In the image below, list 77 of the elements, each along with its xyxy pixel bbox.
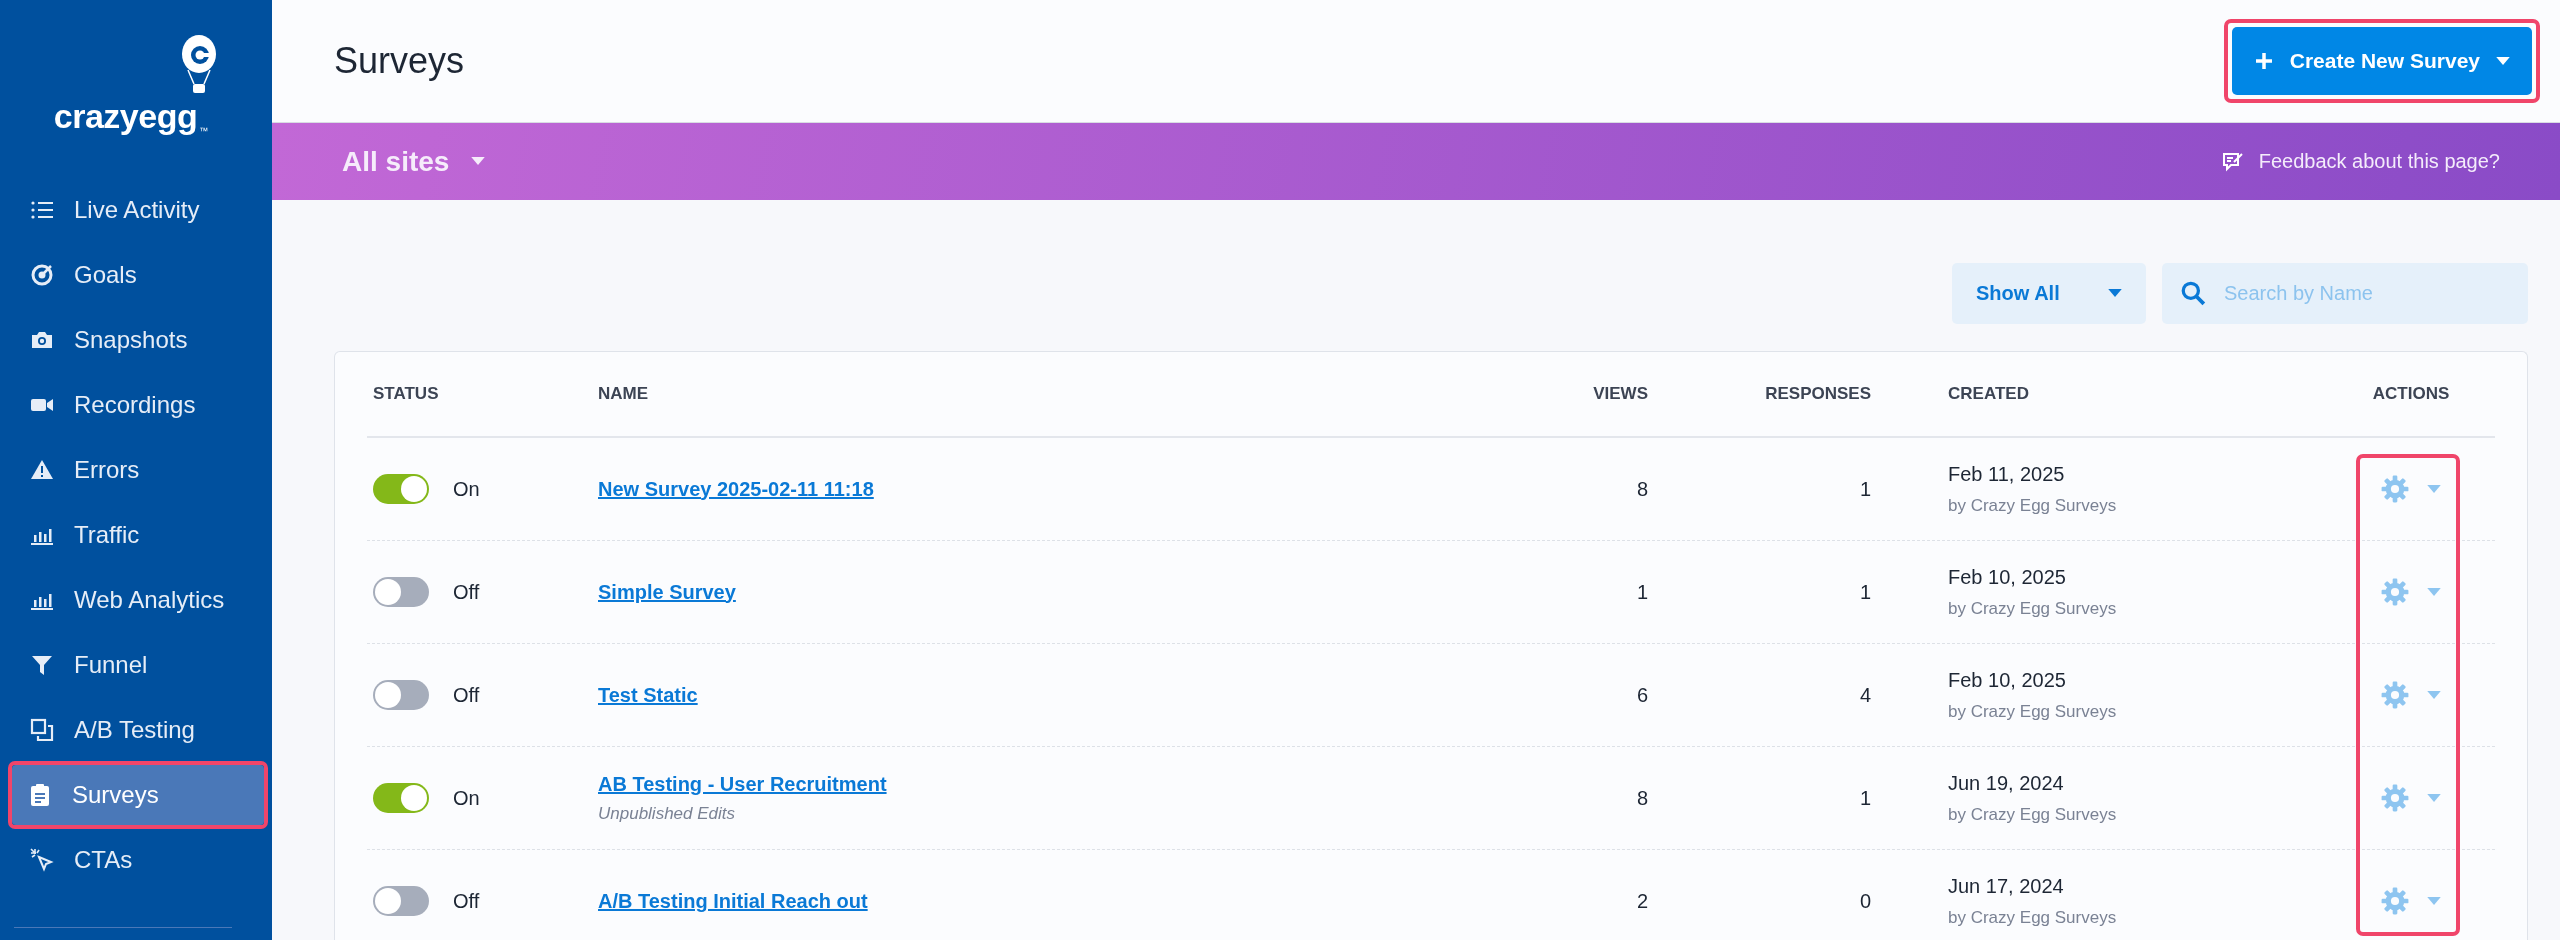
status-label: On [453,477,480,501]
created-date: Feb 11, 2025 [1948,462,2066,486]
search-icon [2180,280,2206,306]
sidebar-item[interactable]: Surveys [12,765,264,825]
sidebar-item[interactable]: Goals [14,245,258,305]
caret-icon [2427,484,2441,494]
column-header: NAME [598,384,650,404]
sidebar-item[interactable]: Funnel [14,635,258,695]
created-by: by Crazy Egg Surveys [1948,804,2118,825]
caret-icon [2427,896,2441,906]
survey-name-link[interactable]: Simple Survey [598,580,736,603]
responses-cell: 0 [1859,889,1871,913]
created-date: Jun 19, 2024 [1948,771,2065,795]
create-survey-button[interactable]: Create New Survey [2231,27,2532,95]
funnel-icon [30,653,54,677]
views-cell: 2 [1636,889,1648,913]
created-date: Jun 17, 2024 [1948,874,2065,898]
status-label: On [453,786,480,810]
status-toggle[interactable] [373,474,429,504]
survey-name-link[interactable]: AB Testing - User Recruitment [598,772,887,795]
column-header: VIEWS [1593,384,1648,404]
sidebar-item[interactable]: CTAs [14,830,258,890]
clipboard-icon [28,783,52,807]
cursor-icon [30,848,54,872]
responses-cell: 4 [1859,683,1871,707]
survey-name-link[interactable]: A/B Testing Initial Reach out [598,889,868,912]
column-header: RESPONSES [1765,384,1871,404]
status-label: Off [453,889,480,913]
logo-text: crazyegg [53,97,198,136]
sidebar-item[interactable]: Errors [14,440,258,500]
status-label: Off [453,683,480,707]
status-toggle[interactable] [373,886,429,916]
responses-cell: 1 [1859,786,1871,810]
sidebar-item[interactable]: Snapshots [14,310,258,370]
caret-icon [2427,690,2441,700]
page-title: Surveys [334,40,465,82]
caret-icon [2108,289,2122,298]
warning-icon [30,458,54,482]
survey-name-link[interactable]: New Survey 2025-02-11 11:18 [598,477,874,500]
created-by: by Crazy Egg Surveys [1948,598,2118,619]
column-header: ACTIONS [2372,384,2450,404]
responses-cell: 1 [1859,580,1871,604]
sidebar-item[interactable]: A/B Testing [14,700,258,760]
caret-icon [2427,587,2441,597]
balloon-logo-icon [180,34,219,96]
sidebar-item[interactable]: Recordings [14,375,258,435]
plus-icon [2253,51,2274,71]
created-by: by Crazy Egg Surveys [1948,701,2118,722]
responses-cell: 1 [1859,477,1871,501]
views-cell: 1 [1636,580,1648,604]
caret-icon [2427,793,2441,803]
created-date: Feb 10, 2025 [1948,668,2067,692]
caret-icon [2496,56,2510,66]
status-toggle[interactable] [373,783,429,813]
created-date: Feb 10, 2025 [1948,565,2067,589]
views-cell: 8 [1636,477,1648,501]
status-toggle[interactable] [373,680,429,710]
search-field[interactable]: Search by Name [2162,263,2528,324]
created-by: by Crazy Egg Surveys [1948,495,2118,516]
views-cell: 8 [1636,786,1648,810]
sidebar-item[interactable]: Traffic [14,505,258,565]
status-label: Off [453,580,480,604]
column-header: CREATED [1947,384,2030,404]
target-icon [30,263,54,287]
caret-icon [471,157,486,166]
trademark: ™ [199,126,209,136]
unpublished-note: Unpublished Edits [598,803,737,824]
sidebar-item[interactable]: Web Analytics [14,570,258,630]
survey-name-link[interactable]: Test Static [598,683,698,706]
filter-dropdown[interactable]: Show All [1952,263,2146,324]
views-cell: 6 [1636,683,1648,707]
sidebar-item[interactable]: Live Activity [14,180,258,240]
status-toggle[interactable] [373,577,429,607]
column-header: STATUS [372,384,440,404]
feedback-link[interactable]: Feedback about this page? [2220,149,2500,174]
created-by: by Crazy Egg Surveys [1948,907,2118,928]
squares-icon [30,718,54,742]
